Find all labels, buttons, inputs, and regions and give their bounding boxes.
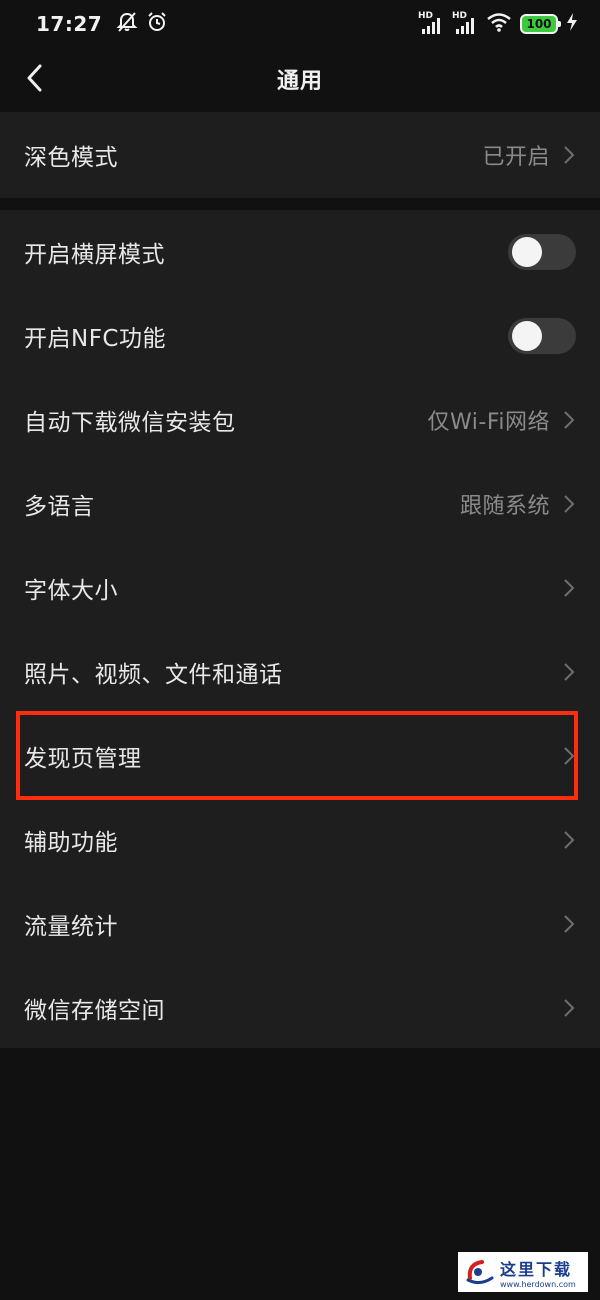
settings-row-dark-mode[interactable]: 深色模式 已开启 — [0, 113, 600, 197]
row-label: 流量统计 — [24, 914, 118, 940]
chevron-right-icon — [562, 493, 576, 515]
row-right — [562, 913, 576, 935]
row-right — [562, 745, 576, 767]
watermark-url: www.herdown.com — [500, 1279, 576, 1289]
nfc-toggle[interactable] — [508, 318, 576, 354]
settings-section-display: 深色模式 已开启 — [0, 112, 600, 198]
row-label: 辅助功能 — [24, 830, 118, 856]
row-label: 微信存储空间 — [24, 998, 165, 1024]
landscape-mode-toggle[interactable] — [508, 234, 576, 270]
chevron-right-icon — [562, 913, 576, 935]
chevron-left-icon — [27, 64, 42, 92]
wifi-icon — [486, 11, 512, 37]
watermark-cn: 这里下载 — [500, 1259, 573, 1279]
watermark-text: 这里下载 www.herdown.com — [500, 1256, 576, 1289]
settings-row-data-usage[interactable]: 流量统计 — [0, 882, 600, 966]
page-title: 通用 — [276, 69, 323, 94]
row-right: 跟随系统 — [460, 488, 576, 520]
battery-icon: 100 — [520, 14, 561, 34]
row-right: 已开启 — [482, 139, 576, 171]
row-right — [562, 829, 576, 851]
row-label: 发现页管理 — [24, 746, 142, 772]
chevron-right-icon — [562, 745, 576, 767]
signal-hd-label-2: HD — [452, 11, 468, 21]
settings-row-auto-download[interactable]: 自动下载微信安装包 仅Wi-Fi网络 — [0, 378, 600, 462]
watermark-logo-icon — [466, 1260, 494, 1285]
battery-level: 100 — [526, 17, 552, 31]
chevron-right-icon — [562, 144, 576, 166]
chevron-right-icon — [562, 577, 576, 599]
settings-row-font-size[interactable]: 字体大小 — [0, 546, 600, 630]
watermark: 这里下载 www.herdown.com — [458, 1252, 588, 1292]
settings-section-general: 开启横屏模式 开启NFC功能 自动下载微信安装包 仅Wi-Fi网络 多语言 跟随… — [0, 210, 600, 1048]
status-right-icons: HD HD 100 — [418, 11, 578, 37]
signal-icon-2: HD — [452, 11, 478, 35]
signal-icon: HD — [418, 11, 444, 35]
row-label: 自动下载微信安装包 — [24, 410, 236, 436]
row-right — [562, 661, 576, 683]
row-value: 跟随系统 — [459, 494, 550, 519]
back-button[interactable] — [14, 56, 54, 100]
row-right: 仅Wi-Fi网络 — [428, 404, 577, 436]
row-label: 开启横屏模式 — [24, 242, 165, 268]
row-label: 照片、视频、文件和通话 — [24, 662, 283, 688]
chevron-right-icon — [562, 997, 576, 1019]
header: 通用 — [0, 48, 600, 110]
toggle-knob — [512, 321, 542, 351]
chevron-right-icon — [562, 829, 576, 851]
row-label: 开启NFC功能 — [24, 326, 166, 352]
toggle-knob — [512, 237, 542, 267]
settings-row-accessibility[interactable]: 辅助功能 — [0, 798, 600, 882]
row-value: 已开启 — [482, 145, 550, 170]
row-right — [562, 577, 576, 599]
settings-row-media-calls[interactable]: 照片、视频、文件和通话 — [0, 630, 600, 714]
row-right — [508, 234, 576, 270]
row-label: 字体大小 — [24, 578, 118, 604]
wechat-general-settings-screen: 17:27 HD HD 100 通用 深色模式 已开启 开启横屏模式 开启NFC… — [0, 0, 600, 1300]
row-label: 多语言 — [24, 494, 95, 520]
settings-row-landscape-mode[interactable]: 开启横屏模式 — [0, 210, 600, 294]
settings-row-discover-management[interactable]: 发现页管理 — [0, 714, 600, 798]
alarm-icon — [146, 11, 168, 37]
row-label: 深色模式 — [24, 145, 118, 171]
chevron-right-icon — [562, 409, 576, 431]
settings-row-language[interactable]: 多语言 跟随系统 — [0, 462, 600, 546]
settings-row-storage[interactable]: 微信存储空间 — [0, 966, 600, 1050]
notifications-off-icon — [116, 11, 138, 37]
charging-icon — [566, 12, 578, 36]
status-bar: 17:27 HD HD 100 — [0, 0, 600, 48]
chevron-right-icon — [562, 661, 576, 683]
row-right — [562, 997, 576, 1019]
row-value: 仅Wi-Fi网络 — [427, 410, 550, 435]
settings-row-nfc[interactable]: 开启NFC功能 — [0, 294, 600, 378]
status-left-icons — [116, 11, 168, 37]
row-right — [508, 318, 576, 354]
signal-hd-label: HD — [418, 11, 434, 21]
status-time: 17:27 — [36, 12, 103, 36]
